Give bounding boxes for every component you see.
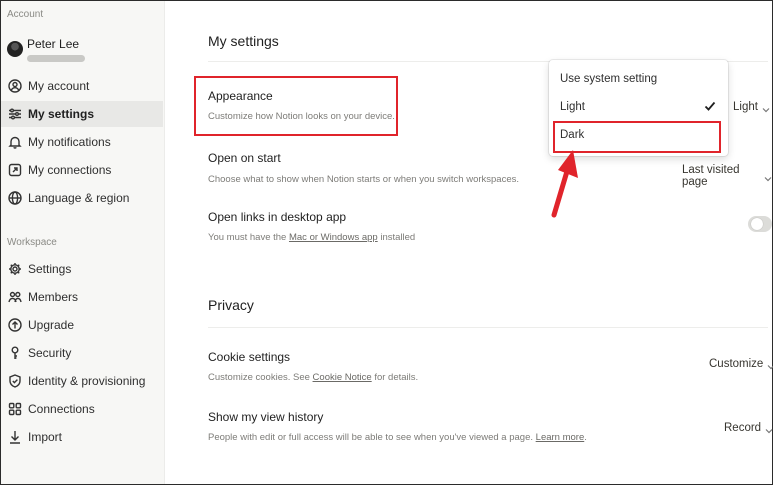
mac-windows-app-link[interactable]: Mac or Windows app: [289, 232, 378, 243]
cookie-customize-select[interactable]: Customize: [709, 358, 773, 370]
sidebar-item-my-account[interactable]: My account: [1, 73, 163, 99]
option-label: Light: [560, 101, 585, 113]
sidebar-item-my-settings[interactable]: My settings: [1, 101, 163, 127]
cookie-settings-description: Customize cookies. See Cookie Notice for…: [208, 372, 419, 383]
sidebar-item-label: Security: [28, 346, 72, 360]
appearance-select-value: Light: [733, 101, 758, 113]
view-history-title: Show my view history: [208, 410, 324, 424]
cookie-customize-value: Customize: [709, 358, 764, 370]
user-email-redacted: [27, 55, 85, 62]
appearance-highlight-box: [194, 76, 398, 136]
sidebar-item-label: Settings: [28, 262, 72, 276]
sidebar-item-label: Identity & provisioning: [28, 374, 146, 388]
bell-icon: [7, 134, 23, 150]
sidebar-item-my-connections[interactable]: My connections: [1, 157, 163, 183]
gear-icon: [7, 261, 23, 277]
avatar: [7, 41, 23, 57]
arrow-up-circle-icon: [7, 317, 23, 333]
account-section-label: Account: [7, 9, 44, 20]
shield-icon: [7, 373, 23, 389]
cookie-settings-title: Cookie settings: [208, 350, 291, 364]
link-out-icon: [7, 162, 23, 178]
workspace-section-label: Workspace: [7, 237, 57, 248]
open-on-start-select[interactable]: Last visited page: [682, 164, 772, 188]
checkmark-icon: [704, 100, 716, 112]
chevron-down-icon: [762, 104, 770, 113]
privacy-title: Privacy: [208, 297, 254, 313]
learn-more-link[interactable]: Learn more: [536, 432, 585, 443]
option-use-system-setting[interactable]: Use system setting: [549, 66, 728, 92]
cookie-notice-link[interactable]: Cookie Notice: [313, 372, 372, 383]
view-history-select[interactable]: Record: [724, 422, 773, 434]
open-links-title: Open links in desktop app: [208, 210, 347, 224]
option-light[interactable]: Light: [549, 94, 728, 120]
chevron-down-icon: [765, 425, 773, 434]
sidebar-item-my-notifications[interactable]: My notifications: [1, 129, 163, 155]
divider: [208, 327, 768, 328]
chevron-down-icon: [767, 361, 773, 370]
sidebar-item-label: Import: [28, 430, 63, 444]
sliders-icon: [7, 106, 23, 122]
globe-icon: [7, 190, 23, 206]
sidebar-item-upgrade[interactable]: Upgrade: [1, 312, 163, 338]
sidebar-item-members[interactable]: Members: [1, 284, 163, 310]
open-links-description: You must have the Mac or Windows app ins…: [208, 232, 416, 243]
open-on-start-title: Open on start: [208, 151, 281, 165]
sidebar-item-label: My settings: [28, 107, 95, 121]
sidebar-item-label: My account: [28, 79, 90, 93]
sidebar-item-import[interactable]: Import: [1, 424, 163, 450]
sidebar: Account Peter Lee My account My settings…: [1, 1, 165, 484]
people-icon: [7, 289, 23, 305]
sidebar-item-identity-provisioning[interactable]: Identity & provisioning: [1, 368, 163, 394]
sidebar-item-language-region[interactable]: Language & region: [1, 185, 163, 211]
sidebar-item-security[interactable]: Security: [1, 340, 163, 366]
user-profile: Peter Lee: [7, 35, 163, 71]
open-on-start-description: Choose what to show when Notion starts o…: [208, 174, 520, 185]
view-history-value: Record: [724, 422, 762, 434]
user-name: Peter Lee: [27, 37, 80, 51]
sidebar-item-label: Members: [28, 290, 79, 304]
open-links-toggle[interactable]: [748, 216, 772, 232]
key-icon: [7, 345, 23, 361]
red-pointer-arrow-icon: [551, 150, 578, 218]
download-icon: [7, 429, 23, 445]
open-on-start-select-value: Last visited page: [682, 164, 740, 188]
sidebar-item-label: Language & region: [28, 191, 130, 205]
view-history-description: People with edit or full access will be …: [208, 432, 587, 443]
sidebar-item-label: My connections: [28, 163, 112, 177]
sidebar-item-label: My notifications: [28, 135, 111, 149]
sidebar-item-label: Upgrade: [28, 318, 75, 332]
sidebar-item-connections[interactable]: Connections: [1, 396, 163, 422]
sidebar-item-label: Connections: [28, 402, 95, 416]
toggle-knob: [751, 218, 763, 230]
chevron-down-icon: [764, 173, 772, 182]
grid-icon: [7, 401, 23, 417]
user-circle-icon: [7, 78, 23, 94]
page-title: My settings: [208, 33, 279, 49]
appearance-select[interactable]: Light: [733, 101, 770, 113]
sidebar-item-settings[interactable]: Settings: [1, 256, 163, 282]
